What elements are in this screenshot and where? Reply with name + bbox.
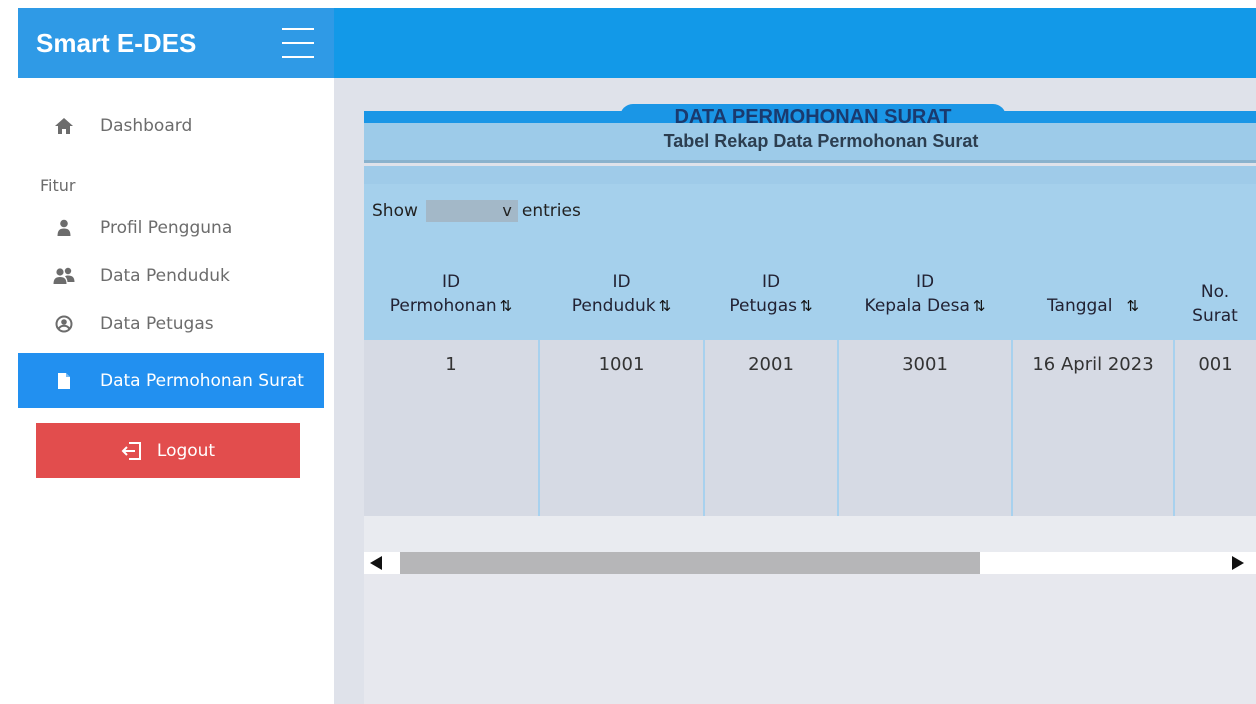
sidebar-item-profil-pengguna[interactable]: Profil Pengguna <box>18 204 324 252</box>
logout-button[interactable]: Logout <box>36 423 300 478</box>
logout-label: Logout <box>156 440 216 461</box>
entries-select[interactable]: v <box>425 200 518 222</box>
users-icon <box>50 267 78 285</box>
column-header-line1: ID <box>612 272 631 292</box>
user-circle-icon <box>50 315 78 333</box>
column-header-line2: Permohonan <box>389 296 497 316</box>
scrollbar-thumb[interactable] <box>400 552 980 574</box>
column-header-line1 <box>1013 270 1173 294</box>
sort-icon: ⇅ <box>800 297 813 315</box>
column-header-line2: Petugas <box>729 296 798 316</box>
table-cell-id-penduduk: 1001 <box>540 340 705 516</box>
sidebar-item-label: Data Permohonan Surat <box>100 370 304 391</box>
sidebar-item-label: Dashboard <box>100 116 193 136</box>
column-header-no-surat[interactable]: No. Surat <box>1174 280 1256 328</box>
top-bar <box>334 8 1256 78</box>
show-entries-control: Show v entries <box>372 200 581 222</box>
brand-header: Smart E-DES <box>18 8 334 78</box>
data-panel: DATA PERMOHONAN SURAT Tabel Rekap Data P… <box>364 104 1256 554</box>
menu-toggle-icon[interactable] <box>278 26 322 62</box>
table-row: 1 1001 2001 3001 16 April 2023 001 <box>364 340 1256 516</box>
column-header-line1: No. <box>1200 282 1230 302</box>
entries-label: entries <box>521 201 581 221</box>
column-header-tanggal[interactable]: Tanggal ⇅ <box>1013 270 1173 318</box>
table-cell-id-kepala-desa: 3001 <box>839 340 1013 516</box>
sidebar-item-data-penduduk[interactable]: Data Penduduk <box>18 252 324 300</box>
scroll-right-arrow-icon[interactable] <box>1232 556 1244 570</box>
column-header-line1: ID <box>915 272 935 292</box>
column-header-line2: Surat <box>1192 306 1238 326</box>
table-footer-area <box>364 516 1256 554</box>
table-subtitle: Tabel Rekap Data Permohonan Surat <box>364 123 1256 163</box>
sidebar-item-data-permohonan-surat[interactable]: Data Permohonan Surat <box>18 353 324 408</box>
column-header-id-kepala-desa[interactable]: ID Kepala Desa ⇅ <box>839 270 1011 318</box>
sidebar: Dashboard Fitur Profil Pengguna Data Pen… <box>18 78 334 704</box>
column-header-id-penduduk[interactable]: ID Penduduk ⇅ <box>540 270 703 318</box>
column-header-line2: Penduduk <box>571 296 656 316</box>
horizontal-scrollbar[interactable] <box>364 552 1256 574</box>
section-label-fitur: Fitur <box>40 176 76 195</box>
table-cell-id-permohonan: 1 <box>364 340 540 516</box>
sort-icon: ⇅ <box>972 297 986 315</box>
brand-title: Smart E-DES <box>36 28 197 58</box>
table-cell-tanggal: 16 April 2023 <box>1013 340 1175 516</box>
user-icon <box>50 219 78 237</box>
column-header-line2: Tanggal <box>1046 296 1113 316</box>
show-label: Show <box>372 201 418 221</box>
chevron-down-icon: v <box>502 201 512 220</box>
document-icon <box>50 372 78 390</box>
table-header-area: Show v entries ID Permohonan ⇅ ID Pendudu… <box>364 184 1256 340</box>
column-header-id-permohonan[interactable]: ID Permohonan ⇅ <box>364 270 538 318</box>
table-cell-no-surat: 001 <box>1198 354 1233 375</box>
main-content: DATA PERMOHONAN SURAT Tabel Rekap Data P… <box>334 78 1256 704</box>
sort-icon: ⇅ <box>658 297 672 315</box>
home-icon <box>50 117 78 135</box>
content-lower-area <box>364 574 1256 704</box>
sidebar-item-label: Profil Pengguna <box>100 218 233 238</box>
column-header-line1: ID <box>441 272 461 292</box>
scroll-left-arrow-icon[interactable] <box>370 556 382 570</box>
logout-icon <box>121 441 143 461</box>
sidebar-item-label: Data Penduduk <box>100 266 230 286</box>
column-header-line2: Kepala Desa <box>864 296 970 316</box>
sidebar-item-dashboard[interactable]: Dashboard <box>18 102 324 150</box>
sidebar-item-label: Data Petugas <box>100 314 214 334</box>
table-cell-id-petugas: 2001 <box>705 340 839 516</box>
column-header-line1: ID <box>761 272 781 292</box>
sidebar-item-data-petugas[interactable]: Data Petugas <box>18 300 324 348</box>
table-subtitle-text: Tabel Rekap Data Permohonan Surat <box>663 131 979 151</box>
sort-icon: ⇅ <box>1126 297 1140 315</box>
column-header-id-petugas[interactable]: ID Petugas ⇅ <box>705 270 837 318</box>
sort-icon: ⇅ <box>499 297 513 315</box>
subtitle-gap <box>364 166 1256 184</box>
